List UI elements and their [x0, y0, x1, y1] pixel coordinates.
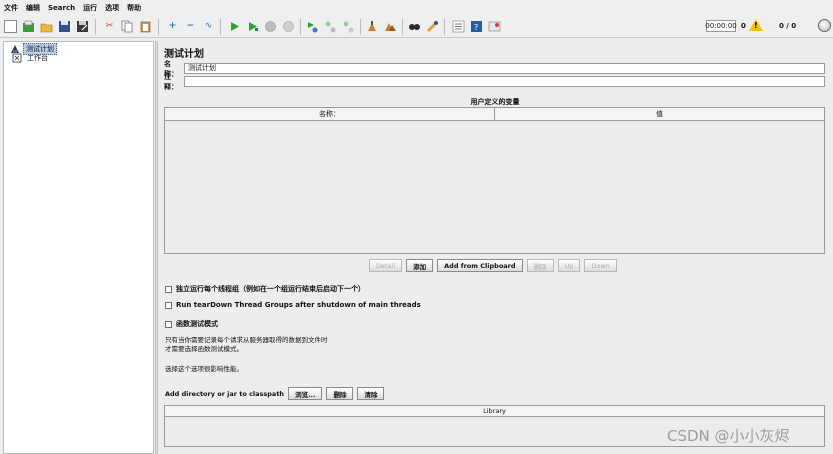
- clear-classpath-button[interactable]: 清除: [357, 387, 385, 400]
- up-button[interactable]: Up: [557, 259, 581, 272]
- remote-shutdown-icon[interactable]: [342, 20, 355, 33]
- start-no-pause-icon[interactable]: [246, 20, 259, 33]
- serialize-threadgroups-checkbox[interactable]: 独立运行每个线程组（例如在一个组运行结束后启动下一个）: [165, 284, 365, 294]
- function-helper-icon[interactable]: [452, 20, 465, 33]
- remote-start-icon[interactable]: [306, 20, 319, 33]
- classpath-label: Add directory or jar to classpath: [165, 389, 285, 398]
- warning-icon[interactable]: [749, 19, 763, 31]
- open-icon[interactable]: [40, 20, 53, 33]
- checkbox-label: 独立运行每个线程组（例如在一个组运行结束后启动下一个）: [176, 285, 365, 293]
- detail-button[interactable]: Detail: [369, 259, 403, 272]
- performance-note: 选择这个选项很影响性能。: [165, 365, 243, 373]
- save-as-icon[interactable]: [76, 20, 89, 33]
- functional-mode-checkbox[interactable]: 函数测试模式: [165, 319, 218, 329]
- functional-mode-note-line-2: 才需要选择函数测试模式。: [165, 345, 243, 353]
- user-vars-table[interactable]: 名称： 值: [164, 107, 825, 254]
- reset-search-icon[interactable]: [426, 20, 439, 33]
- menu-bar: 文件 编辑 Search 运行 选项 帮助: [0, 0, 833, 16]
- checkbox-label: Run tearDown Thread Groups after shutdow…: [176, 301, 421, 309]
- paste-icon[interactable]: [139, 20, 152, 33]
- classpath-row: Add directory or jar to classpath 浏览... …: [165, 387, 388, 400]
- search-icon[interactable]: [408, 20, 421, 33]
- menu-file[interactable]: 文件: [4, 3, 18, 13]
- start-icon[interactable]: [228, 20, 241, 33]
- toggle-icon[interactable]: ∿: [202, 20, 215, 33]
- collapse-icon[interactable]: −: [184, 20, 197, 33]
- checkbox-box[interactable]: [165, 320, 172, 328]
- column-header-library[interactable]: Library: [165, 406, 824, 417]
- checkbox-box[interactable]: [165, 301, 172, 309]
- checkbox-box[interactable]: [165, 285, 172, 293]
- watermark: CSDN @小小灰烬: [667, 427, 790, 445]
- column-header-name[interactable]: 名称：: [165, 108, 494, 120]
- remote-stop-icon[interactable]: [324, 20, 337, 33]
- comment-field[interactable]: [184, 76, 825, 87]
- toolbar: ✂ + − ∿ ? 00:00:00 0 0 / 0: [0, 16, 833, 38]
- teardown-on-shutdown-checkbox[interactable]: Run tearDown Thread Groups after shutdow…: [165, 301, 421, 309]
- split-divider[interactable]: [155, 41, 158, 454]
- log-viewer-icon[interactable]: [488, 20, 501, 33]
- tree-item-workbench[interactable]: 工作台: [12, 52, 50, 64]
- help-icon[interactable]: ?: [470, 20, 483, 33]
- down-button[interactable]: Down: [584, 259, 617, 272]
- delete-classpath-button[interactable]: 删除: [326, 387, 354, 400]
- test-tree: 测试计划 工作台: [3, 41, 154, 454]
- menu-run[interactable]: 运行: [83, 3, 97, 13]
- error-count: 0: [741, 22, 746, 30]
- column-header-value[interactable]: 值: [494, 108, 824, 120]
- cut-icon[interactable]: ✂: [103, 20, 116, 33]
- checkbox-label: 函数测试模式: [176, 320, 218, 328]
- add-from-clipboard-button[interactable]: Add from Clipboard: [437, 259, 523, 272]
- comment-label: 注释：: [164, 72, 178, 91]
- vars-button-row: Detail 添加 Add from Clipboard 删除 Up Down: [369, 259, 621, 272]
- workbench-icon: [12, 53, 22, 63]
- new-icon[interactable]: [4, 20, 17, 33]
- clear-all-icon[interactable]: [384, 20, 397, 33]
- templates-icon[interactable]: [22, 20, 35, 33]
- clear-icon[interactable]: [366, 20, 379, 33]
- name-field[interactable]: 测试计划: [184, 63, 825, 74]
- save-icon[interactable]: [58, 20, 71, 33]
- expand-icon[interactable]: +: [166, 20, 179, 33]
- shutdown-icon[interactable]: [282, 20, 295, 33]
- user-vars-header: 名称： 值: [165, 108, 824, 121]
- comment-row: 注释：: [164, 73, 825, 91]
- menu-search[interactable]: Search: [48, 4, 75, 12]
- menu-options[interactable]: 选项: [105, 3, 119, 13]
- add-button[interactable]: 添加: [406, 259, 434, 272]
- delete-button[interactable]: 删除: [526, 259, 554, 272]
- svg-text:?: ?: [474, 23, 478, 32]
- name-row: 名称： 测试计划: [164, 60, 825, 78]
- test-plan-panel: 测试计划 名称： 测试计划 注释： 用户定义的变量 名称： 值 Detail 添…: [160, 41, 830, 454]
- menu-help[interactable]: 帮助: [127, 3, 141, 13]
- user-vars-title: 用户定义的变量: [470, 98, 520, 106]
- copy-icon[interactable]: [121, 20, 134, 33]
- remote-globe-icon: [818, 19, 831, 32]
- menu-edit[interactable]: 编辑: [26, 3, 40, 13]
- stop-icon[interactable]: [264, 20, 277, 33]
- browse-button[interactable]: 浏览...: [288, 387, 323, 400]
- elapsed-timer: 00:00:00: [705, 20, 737, 32]
- thread-count: 0 / 0: [779, 22, 797, 30]
